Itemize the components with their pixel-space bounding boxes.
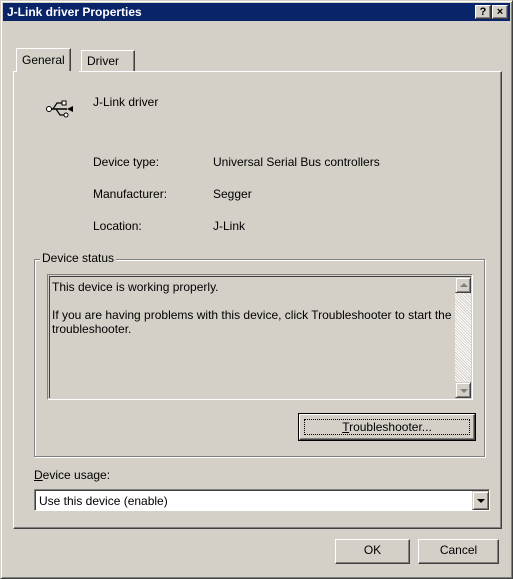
title-bar[interactable]: J-Link driver Properties ? × <box>3 3 510 21</box>
close-button[interactable]: × <box>492 5 508 19</box>
tab-general[interactable]: General <box>16 48 71 72</box>
tab-driver[interactable]: Driver <box>81 50 135 72</box>
window-title: J-Link driver Properties <box>7 5 142 19</box>
general-tab-panel <box>13 71 502 529</box>
properties-dialog: J-Link driver Properties ? × General Dri… <box>0 0 513 579</box>
ok-button[interactable]: OK <box>335 539 410 564</box>
help-button[interactable]: ? <box>475 5 491 19</box>
cancel-button[interactable]: Cancel <box>418 539 499 564</box>
